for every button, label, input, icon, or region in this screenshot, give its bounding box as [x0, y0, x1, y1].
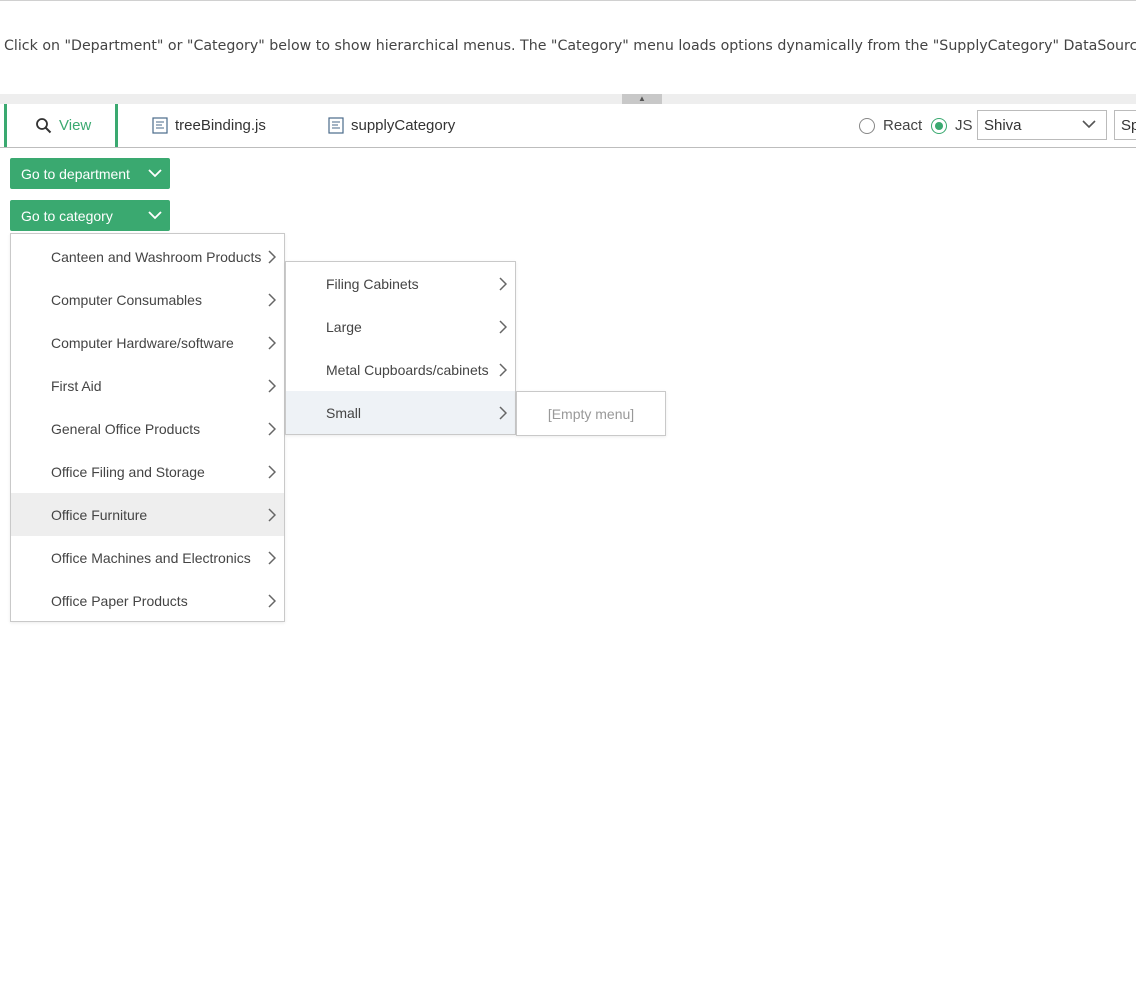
- chevron-right-icon: [268, 465, 276, 479]
- skin-select-value: Shiva: [984, 116, 1022, 134]
- chevron-right-icon: [268, 336, 276, 350]
- chevron-right-icon: [499, 320, 507, 334]
- menu-item-computer-consumables[interactable]: Computer Consumables: [11, 278, 284, 321]
- chevron-right-icon: [268, 594, 276, 608]
- tab-view[interactable]: View: [4, 104, 118, 147]
- menu-item-label: Computer Consumables: [51, 291, 202, 308]
- react-radio-button[interactable]: [859, 117, 875, 134]
- chevron-right-icon: [268, 551, 276, 565]
- splitter-bar[interactable]: [0, 94, 1136, 104]
- menu-item-label: Office Machines and Electronics: [51, 549, 251, 566]
- react-radio-label: React: [883, 117, 923, 134]
- react-radio-option[interactable]: React: [859, 104, 922, 147]
- chevron-down-icon: [148, 169, 162, 178]
- furniture-submenu: Filing Cabinets Large Metal Cupboards/ca…: [285, 261, 516, 435]
- chevron-right-icon: [268, 379, 276, 393]
- menu-item-label: Metal Cupboards/cabinets: [326, 361, 489, 378]
- file-icon: [328, 117, 344, 134]
- submenu-item-small[interactable]: Small: [286, 391, 515, 434]
- chevron-right-icon: [499, 277, 507, 291]
- collapse-up-icon: ▲: [638, 94, 646, 103]
- menu-item-office-furniture[interactable]: Office Furniture: [11, 493, 284, 536]
- small-submenu: [Empty menu]: [516, 391, 666, 436]
- chevron-right-icon: [268, 293, 276, 307]
- empty-menu-message: [Empty menu]: [547, 405, 635, 422]
- submenu-item-filing-cabinets[interactable]: Filing Cabinets: [286, 262, 515, 305]
- example-description: Click on "Department" or "Category" belo…: [4, 38, 1136, 54]
- chevron-down-icon: [1082, 120, 1096, 129]
- chevron-right-icon: [268, 508, 276, 522]
- tab-label: supplyCategory: [351, 117, 456, 134]
- file-icon: [152, 117, 168, 134]
- chevron-right-icon: [499, 406, 507, 420]
- splitter-collapse-handle[interactable]: ▲: [622, 94, 662, 104]
- menu-item-label: Computer Hardware/software: [51, 334, 234, 351]
- menu-item-label: Office Furniture: [51, 506, 148, 523]
- js-radio-label: JS: [955, 117, 973, 134]
- submenu-item-metal-cupboards-cabinets[interactable]: Metal Cupboards/cabinets: [286, 348, 515, 391]
- js-radio-option[interactable]: JS: [931, 104, 973, 147]
- size-select-value: Sp: [1121, 116, 1136, 134]
- category-button-label: Go to category: [21, 207, 113, 224]
- chevron-right-icon: [268, 250, 276, 264]
- menu-item-label: Filing Cabinets: [326, 275, 419, 292]
- menu-item-office-paper-products[interactable]: Office Paper Products: [11, 579, 284, 622]
- menu-item-label: Office Paper Products: [51, 592, 188, 609]
- tab-label: treeBinding.js: [175, 117, 266, 134]
- menu-item-first-aid[interactable]: First Aid: [11, 364, 284, 407]
- skin-select[interactable]: Shiva: [977, 110, 1107, 140]
- js-radio-button[interactable]: [931, 117, 947, 134]
- menu-item-label: First Aid: [51, 377, 102, 394]
- go-to-category-button[interactable]: Go to category: [10, 200, 170, 231]
- top-border: [0, 0, 1136, 1]
- department-button-label: Go to department: [21, 165, 130, 182]
- menu-item-general-office-products[interactable]: General Office Products: [11, 407, 284, 450]
- tab-supplycategory[interactable]: supplyCategory: [328, 104, 455, 147]
- search-icon: [36, 118, 52, 134]
- chevron-down-icon: [148, 211, 162, 220]
- category-menu: Canteen and Washroom Products Computer C…: [10, 233, 285, 622]
- menu-item-label: Canteen and Washroom Products: [51, 248, 262, 265]
- tab-bar: View treeBinding.js supplyCategory React…: [0, 104, 1136, 148]
- tab-treebinding-js[interactable]: treeBinding.js: [152, 104, 266, 147]
- menu-item-office-machines-and-electronics[interactable]: Office Machines and Electronics: [11, 536, 284, 579]
- chevron-right-icon: [268, 422, 276, 436]
- menu-item-computer-hardware-software[interactable]: Computer Hardware/software: [11, 321, 284, 364]
- menu-item-office-filing-and-storage[interactable]: Office Filing and Storage: [11, 450, 284, 493]
- menu-item-label: General Office Products: [51, 420, 201, 437]
- submenu-item-large[interactable]: Large: [286, 305, 515, 348]
- go-to-department-button[interactable]: Go to department: [10, 158, 170, 189]
- menu-item-label: Office Filing and Storage: [51, 463, 205, 480]
- menu-item-canteen-and-washroom-products[interactable]: Canteen and Washroom Products: [11, 235, 284, 278]
- menu-item-label: Small: [326, 404, 362, 421]
- menu-item-label: Large: [326, 318, 362, 335]
- chevron-right-icon: [499, 363, 507, 377]
- size-select[interactable]: Sp: [1114, 110, 1136, 140]
- tab-label: View: [59, 117, 92, 134]
